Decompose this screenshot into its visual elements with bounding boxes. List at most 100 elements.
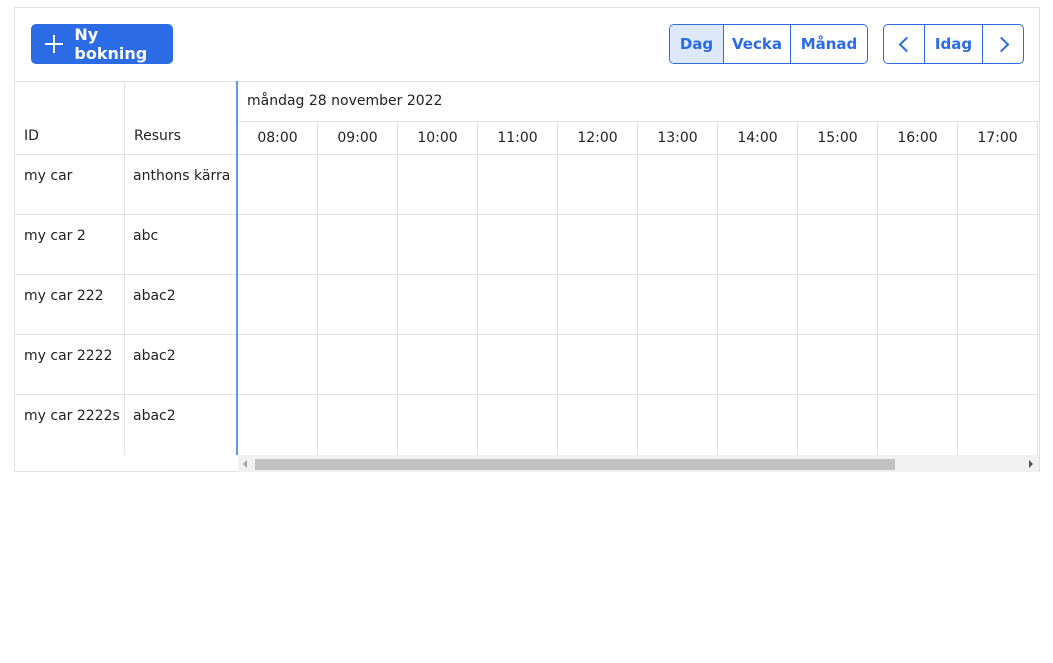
time-slot[interactable] — [798, 335, 878, 394]
time-slot[interactable] — [558, 395, 638, 455]
hour-label: 10:00 — [398, 122, 478, 154]
chevron-left-icon — [898, 36, 914, 52]
next-button[interactable] — [983, 25, 1023, 63]
time-slot[interactable] — [398, 275, 478, 334]
resource-cell[interactable]: anthons kärra — [125, 155, 236, 215]
resource-cell[interactable]: abac2 — [125, 395, 236, 455]
time-slot[interactable] — [798, 275, 878, 334]
time-slot[interactable] — [238, 395, 318, 455]
horizontal-scrollbar[interactable] — [238, 455, 1039, 472]
new-booking-button[interactable]: Ny bokning — [31, 24, 173, 64]
id-cell[interactable]: my car 2 — [15, 215, 124, 275]
view-switcher: Dag Vecka Månad — [669, 24, 868, 64]
time-slot[interactable] — [878, 395, 958, 455]
hour-label: 14:00 — [718, 122, 798, 154]
time-slot[interactable] — [398, 395, 478, 455]
timeline-row — [238, 155, 1039, 215]
toolbar: Ny bokning Dag Vecka Månad Idag — [15, 8, 1039, 82]
time-slot[interactable] — [318, 395, 398, 455]
time-slot[interactable] — [958, 155, 1038, 214]
time-slot[interactable] — [638, 155, 718, 214]
time-slot[interactable] — [958, 395, 1038, 455]
time-slot[interactable] — [398, 155, 478, 214]
time-slot[interactable] — [878, 335, 958, 394]
view-month-button[interactable]: Månad — [791, 25, 867, 63]
time-slot[interactable] — [478, 335, 558, 394]
id-cell[interactable]: my car 2222s — [15, 395, 124, 455]
time-slot[interactable] — [638, 215, 718, 274]
scroll-left-arrow-icon[interactable] — [243, 460, 247, 468]
timeline-row — [238, 395, 1039, 455]
time-slot[interactable] — [238, 215, 318, 274]
resource-column: Resurs anthons kärra abc abac2 abac2 aba… — [125, 81, 238, 455]
time-slot[interactable] — [238, 335, 318, 394]
time-slot[interactable] — [958, 275, 1038, 334]
time-slot[interactable] — [478, 395, 558, 455]
view-week-button[interactable]: Vecka — [724, 25, 791, 63]
scroll-right-arrow-icon[interactable] — [1029, 460, 1033, 468]
today-button[interactable]: Idag — [925, 25, 983, 63]
hours-header: 08:00 09:00 10:00 11:00 12:00 13:00 14:00 15:00… — [238, 122, 1039, 155]
timeline-row — [238, 335, 1039, 395]
id-column: ID my car my car 2 my car 222 my car 222… — [15, 81, 125, 455]
timeline-row — [238, 215, 1039, 275]
chevron-right-icon — [993, 36, 1009, 52]
time-slot[interactable] — [878, 275, 958, 334]
time-slot[interactable] — [238, 275, 318, 334]
time-slot[interactable] — [798, 395, 878, 455]
scheduler: Ny bokning Dag Vecka Månad Idag ID my ca… — [14, 7, 1040, 472]
hour-label: 08:00 — [238, 122, 318, 154]
time-slot[interactable] — [398, 335, 478, 394]
hour-label: 11:00 — [478, 122, 558, 154]
time-slot[interactable] — [318, 335, 398, 394]
time-slot[interactable] — [718, 215, 798, 274]
resource-header: Resurs — [125, 81, 236, 155]
time-slot[interactable] — [318, 275, 398, 334]
time-slot[interactable] — [718, 155, 798, 214]
hour-label: 16:00 — [878, 122, 958, 154]
time-slot[interactable] — [958, 335, 1038, 394]
resource-cell[interactable]: abc — [125, 215, 236, 275]
time-slot[interactable] — [638, 335, 718, 394]
previous-button[interactable] — [884, 25, 925, 63]
timeline-row — [238, 275, 1039, 335]
time-slot[interactable] — [878, 215, 958, 274]
time-slot[interactable] — [478, 155, 558, 214]
time-slot[interactable] — [238, 155, 318, 214]
id-cell[interactable]: my car 2222 — [15, 335, 124, 395]
time-slot[interactable] — [478, 275, 558, 334]
schedule-grid: ID my car my car 2 my car 222 my car 222… — [15, 81, 1039, 472]
timeline: måndag 28 november 2022 08:00 09:00 10:00 1… — [238, 81, 1039, 455]
hour-label: 15:00 — [798, 122, 878, 154]
time-slot[interactable] — [318, 215, 398, 274]
date-navigation: Idag — [883, 24, 1024, 64]
hour-label: 09:00 — [318, 122, 398, 154]
new-booking-label: Ny bokning — [74, 25, 148, 63]
resource-cell[interactable]: abac2 — [125, 275, 236, 335]
time-slot[interactable] — [878, 155, 958, 214]
time-slot[interactable] — [318, 155, 398, 214]
date-header: måndag 28 november 2022 — [238, 81, 1039, 122]
hour-label: 12:00 — [558, 122, 638, 154]
scroll-thumb[interactable] — [255, 459, 895, 470]
time-slot[interactable] — [638, 275, 718, 334]
time-slot[interactable] — [798, 215, 878, 274]
hour-label: 13:00 — [638, 122, 718, 154]
time-slot[interactable] — [398, 215, 478, 274]
id-header: ID — [15, 81, 124, 155]
time-slot[interactable] — [798, 155, 878, 214]
id-cell[interactable]: my car 222 — [15, 275, 124, 335]
id-cell[interactable]: my car — [15, 155, 124, 215]
resource-cell[interactable]: abac2 — [125, 335, 236, 395]
time-slot[interactable] — [718, 275, 798, 334]
time-slot[interactable] — [558, 335, 638, 394]
time-slot[interactable] — [478, 215, 558, 274]
time-slot[interactable] — [718, 335, 798, 394]
time-slot[interactable] — [558, 215, 638, 274]
time-slot[interactable] — [558, 275, 638, 334]
time-slot[interactable] — [638, 395, 718, 455]
time-slot[interactable] — [558, 155, 638, 214]
time-slot[interactable] — [718, 395, 798, 455]
time-slot[interactable] — [958, 215, 1038, 274]
view-day-button[interactable]: Dag — [670, 25, 724, 63]
